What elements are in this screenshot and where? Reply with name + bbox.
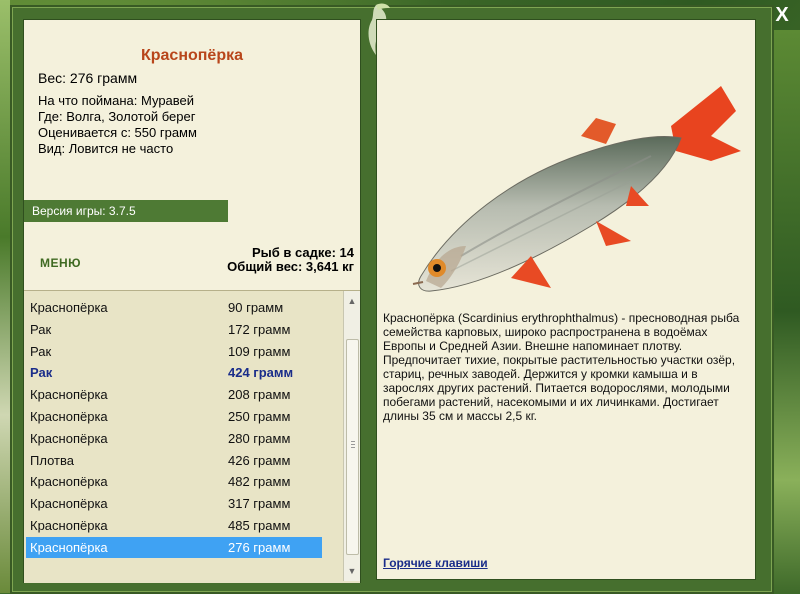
catch-list-row[interactable]: Краснопёрка 485 грамм xyxy=(26,515,322,536)
catch-weight: 482 грамм xyxy=(228,474,291,490)
catch-name: Краснопёрка xyxy=(30,496,108,512)
grip-line xyxy=(351,444,355,445)
caught-with-line: На что поймана: Муравей xyxy=(38,93,195,108)
catch-name: Краснопёрка xyxy=(30,430,108,446)
catch-name: Краснопёрка xyxy=(30,518,108,533)
catch-weight: 276 грамм xyxy=(228,539,291,555)
catch-weight: 208 грамм xyxy=(228,387,291,403)
catch-weight: 172 грамм xyxy=(228,321,291,337)
close-button[interactable]: X xyxy=(771,4,793,26)
catch-weight: 250 грамм xyxy=(228,409,291,424)
catch-name: Краснопёрка xyxy=(30,474,108,490)
catch-name: Краснопёрка xyxy=(30,300,108,315)
catch-weight: 90 грамм xyxy=(228,300,284,315)
keepnet-stats: Рыб в садке: 14 Общий вес: 3,641 кг xyxy=(227,246,354,274)
scroll-thumb[interactable] xyxy=(346,339,359,555)
catch-list-row[interactable]: Плотва 426 грамм xyxy=(26,450,322,471)
catch-weight: 317 грамм xyxy=(228,496,291,512)
hotkeys-link[interactable]: Горячие клавиши xyxy=(383,556,488,570)
catch-list-row[interactable]: Рак 109 грамм xyxy=(26,341,322,362)
catch-weight: 424 грамм xyxy=(228,365,294,381)
catch-weight: 485 грамм xyxy=(228,518,291,533)
scroll-up-arrow-icon[interactable]: ▲ xyxy=(344,293,360,309)
catch-name: Краснопёрка xyxy=(30,409,108,424)
catch-list: Краснопёрка 90 грамм Рак 172 грамм Рак 109 гр… xyxy=(24,290,360,583)
rudd-fish-image xyxy=(412,86,741,292)
type-line: Вид: Ловится не часто xyxy=(38,141,174,156)
catch-list-scrollbar[interactable]: ▲ ▼ xyxy=(343,291,360,581)
total-weight: Общий вес: 3,641 кг xyxy=(227,259,354,274)
catch-list-row[interactable]: Краснопёрка 482 грамм xyxy=(26,471,322,492)
catch-list-row[interactable]: Краснопёрка 208 грамм xyxy=(26,384,322,405)
catch-name: Рак xyxy=(30,343,52,359)
catch-list-row[interactable]: Краснопёрка 90 грамм xyxy=(26,297,322,318)
catch-name: Рак xyxy=(30,321,52,337)
catch-list-row[interactable]: Краснопёрка 280 грамм xyxy=(26,428,322,449)
grip-line xyxy=(351,447,355,448)
fish-details-panel: Краснопёрка Вес: 276 грамм На что пойман… xyxy=(23,19,361,583)
catch-name: Краснопёрка xyxy=(30,539,108,555)
fish-count: Рыб в садке: 14 xyxy=(251,245,354,260)
background-edge-right xyxy=(770,30,800,593)
catch-weight: 109 грамм xyxy=(228,343,291,359)
valued-from-line: Оценивается с: 550 грамм xyxy=(38,125,197,140)
fish-description: Краснопёрка (Scardinius erythrophthalmus… xyxy=(383,311,740,423)
catch-list-row[interactable]: Рак 424 грамм xyxy=(26,362,322,383)
catch-name: Краснопёрка xyxy=(30,387,108,403)
catch-list-row[interactable]: Краснопёрка 276 грамм xyxy=(26,536,322,558)
location-line: Где: Волга, Золотой берег xyxy=(38,109,196,124)
catch-list-row[interactable]: Рак 172 грамм xyxy=(26,319,322,340)
fish-info: На что поймана: Муравей Где: Волга, Золо… xyxy=(38,93,197,157)
fish-description-panel: Краснопёрка (Scardinius erythrophthalmus… xyxy=(376,19,756,580)
fish-weight: Вес: 276 грамм xyxy=(38,70,138,86)
grip-line xyxy=(351,441,355,442)
catch-weight: 280 грамм xyxy=(228,430,291,446)
background-edge-left xyxy=(0,0,10,593)
catch-list-row[interactable]: Краснопёрка 250 грамм xyxy=(26,406,322,427)
scroll-down-arrow-icon[interactable]: ▼ xyxy=(344,563,360,579)
catch-name: Рак xyxy=(30,365,53,381)
catch-weight: 426 грамм xyxy=(228,452,291,468)
catch-name: Плотва xyxy=(30,452,74,468)
menu-button[interactable]: МЕНЮ xyxy=(40,256,81,270)
game-version: Версия игры: 3.7.5 xyxy=(24,200,228,222)
fish-title: Краснопёрка xyxy=(140,47,243,64)
catch-list-row[interactable]: Краснопёрка 317 грамм xyxy=(26,493,322,514)
